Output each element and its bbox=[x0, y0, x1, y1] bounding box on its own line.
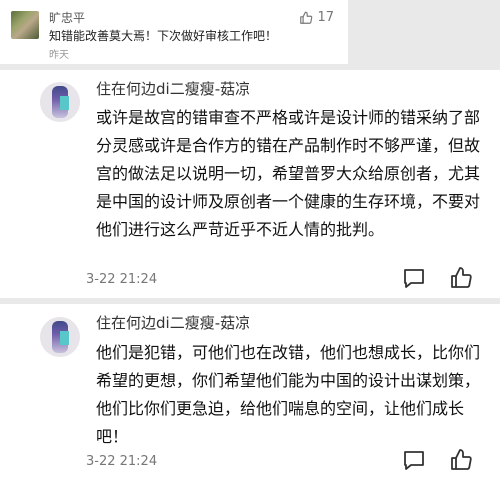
reply-button[interactable] bbox=[400, 446, 428, 474]
like-count: 17 bbox=[317, 10, 334, 25]
avatar[interactable] bbox=[11, 11, 39, 39]
comment-author[interactable]: 住在何边di二瘦瘦-菇凉 bbox=[96, 78, 250, 99]
like-button[interactable] bbox=[447, 446, 475, 474]
comment-author[interactable]: 旷忠平 bbox=[49, 9, 85, 26]
comment-text: 知错能改善莫大焉！下次做好审核工作吧！ bbox=[49, 29, 278, 43]
avatar-accent bbox=[60, 96, 69, 110]
reply-button[interactable] bbox=[400, 264, 428, 292]
thumbs-up-icon bbox=[449, 448, 473, 472]
comment-text: 他们是犯错，可他们也在改错，他们也想成长，比你们希望的更想，你们希望他们能为中国… bbox=[96, 343, 481, 446]
comment-bubble-icon bbox=[402, 266, 426, 290]
avatar-accent bbox=[60, 331, 69, 345]
thumbs-up-icon bbox=[449, 266, 473, 290]
comment-bubble-icon bbox=[402, 448, 426, 472]
comment-text: 或许是故宫的错审查不严格或许是设计师的错采纳了部分灵感或许是合作方的错在产品制作… bbox=[96, 108, 481, 239]
avatar[interactable] bbox=[40, 82, 80, 122]
comment-card-3: 住在何边di二瘦瘦-菇凉 他们是犯错，可他们也在改错，他们也想成长，比你们希望的… bbox=[0, 304, 500, 481]
avatar[interactable] bbox=[40, 317, 80, 357]
comment-time: 昨天 bbox=[49, 50, 69, 61]
comment-card-2: 住在何边di二瘦瘦-菇凉 或许是故宫的错审查不严格或许是设计师的错采纳了部分灵感… bbox=[0, 70, 500, 298]
comment-author[interactable]: 住在何边di二瘦瘦-菇凉 bbox=[96, 312, 250, 333]
thumbs-up-icon bbox=[299, 11, 313, 25]
like-button[interactable]: 17 bbox=[299, 10, 334, 25]
comment-card-1: 旷忠平 知错能改善莫大焉！下次做好审核工作吧！ 昨天 17 bbox=[0, 0, 348, 64]
like-button[interactable] bbox=[447, 264, 475, 292]
comment-time: 3-22 21:24 bbox=[86, 272, 158, 287]
comment-time: 3-22 21:24 bbox=[86, 454, 158, 469]
